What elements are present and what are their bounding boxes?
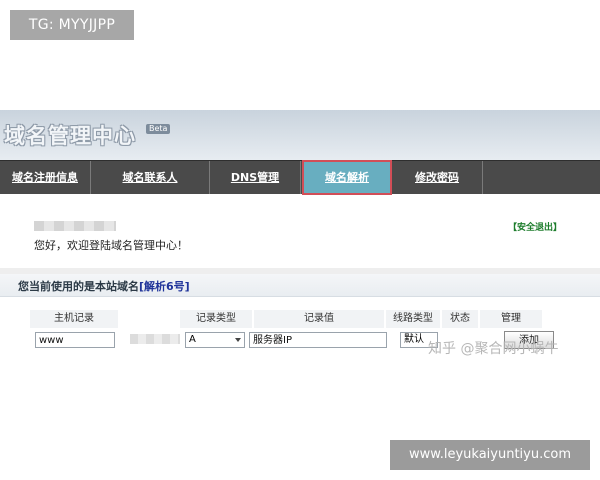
- tab-domain-registration-info[interactable]: 域名注册信息: [0, 161, 91, 194]
- header-record-type: 记录类型: [180, 310, 253, 328]
- domain-bar-label: 您当前使用的是本站域名: [18, 280, 139, 293]
- header-record-value: 记录值: [254, 310, 385, 328]
- tg-badge: TG: MYYJJPP: [10, 10, 134, 40]
- record-value-input[interactable]: 服务器IP: [249, 332, 387, 348]
- chevron-down-icon: [235, 338, 241, 342]
- header-manage: 管理: [480, 310, 543, 328]
- domain-link[interactable]: [解析6号]: [139, 280, 190, 293]
- nav-bar: 域名注册信息 域名联系人 DNS管理 域名解析 修改密码: [0, 160, 600, 195]
- header-status: 状态: [442, 310, 479, 328]
- tab-domain-contact[interactable]: 域名联系人: [91, 161, 210, 194]
- tab-domain-resolution[interactable]: 域名解析: [302, 160, 392, 195]
- header-line-type: 线路类型: [386, 310, 441, 328]
- header-host-record: 主机记录: [30, 310, 119, 328]
- domain-management-screenshot: 域名管理中心 Beta 域名注册信息 域名联系人 DNS管理 域名解析 修改密码…: [0, 110, 600, 368]
- blurred-domain: [130, 334, 180, 344]
- logo: 域名管理中心: [4, 123, 136, 148]
- tab-change-password[interactable]: 修改密码: [392, 161, 483, 194]
- record-type-select[interactable]: A: [185, 332, 245, 348]
- domain-bar: 您当前使用的是本站域名[解析6号]: [0, 274, 600, 297]
- welcome-panel: 您好，欢迎登陆域名管理中心！ 【安全退出】: [6, 206, 598, 262]
- domain-bar-text: 您当前使用的是本站域名[解析6号]: [18, 278, 190, 294]
- host-record-input[interactable]: www: [35, 332, 115, 348]
- record-type-value: A: [189, 334, 196, 345]
- tab-dns-management[interactable]: DNS管理: [210, 161, 301, 194]
- line-type-value: 默认: [404, 334, 424, 345]
- logout-link[interactable]: 【安全退出】: [508, 220, 562, 233]
- site-badge: www.leyukaiyuntiyu.com: [390, 440, 590, 470]
- page: TG: MYYJJPP 域名管理中心 Beta 域名注册信息 域名联系人 DNS…: [0, 0, 600, 480]
- blurred-username: [34, 221, 116, 231]
- header: 域名管理中心 Beta: [0, 110, 600, 160]
- welcome-text: 您好，欢迎登陆域名管理中心！: [34, 239, 188, 252]
- beta-badge: Beta: [146, 124, 171, 134]
- zhihu-watermark: 知乎 @聚合网小蜗牛: [428, 341, 559, 357]
